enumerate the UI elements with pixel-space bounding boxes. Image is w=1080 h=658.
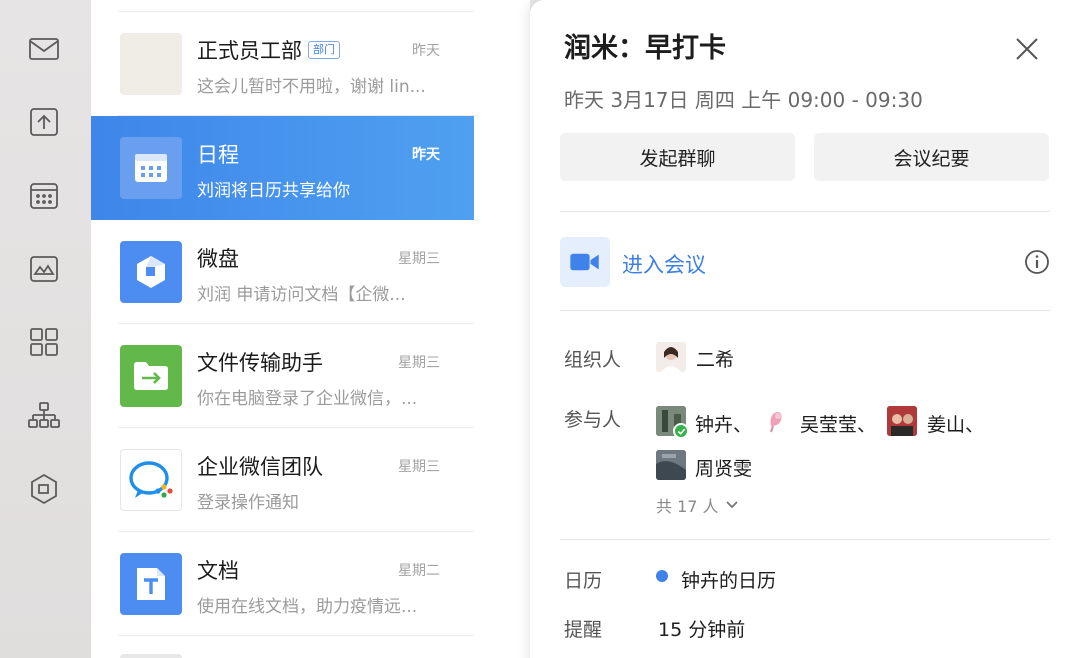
weipan-avatar: [120, 241, 182, 303]
chevron-down-icon: [725, 501, 738, 509]
folder-icon: [134, 362, 168, 390]
chat-name: 文件传输助手: [197, 351, 323, 375]
participant-count-toggle[interactable]: 共 17 人: [656, 493, 739, 517]
mail-icon[interactable]: [26, 31, 62, 67]
chat-time: 星期三: [398, 251, 440, 267]
chat-preview: 刘润将日历共享给你: [197, 181, 350, 201]
participant-avatar[interactable]: [887, 406, 917, 436]
file-transfer-avatar: [120, 345, 182, 407]
participant-name: 姜山: [927, 414, 966, 436]
organizer-avatar[interactable]: [656, 342, 686, 372]
meeting-minutes-button[interactable]: 会议纪要: [814, 133, 1049, 181]
organizer-label: 组织人: [564, 349, 622, 371]
event-time: 昨天 3月17日 周四 上午 09:00 - 09:30: [564, 88, 923, 112]
participant-avatar[interactable]: [761, 406, 791, 436]
chat-name: 日程: [197, 143, 239, 167]
calendar-value[interactable]: 钟卉的日历: [681, 566, 776, 593]
start-group-chat-button[interactable]: 发起群聊: [560, 133, 795, 181]
calendar-icon: [135, 154, 167, 182]
chat-item-wecom-team[interactable]: 企业微信团队 星期三 登录操作通知: [91, 428, 474, 532]
chat-name: 正式员工部: [197, 39, 302, 63]
participant-name: 周贤雯: [695, 458, 753, 480]
chat-time: 星期三: [398, 355, 440, 371]
participant-avatar[interactable]: [656, 450, 686, 480]
participant-name: 吴莹莹: [800, 414, 858, 436]
chat-item-file-transfer[interactable]: 文件传输助手 星期三 你在电脑登录了企业微信，...: [91, 324, 474, 428]
cube-icon[interactable]: [26, 471, 62, 507]
docs-avatar: [120, 553, 182, 615]
department-tag: 部门: [308, 41, 340, 59]
accepted-check-icon: [673, 423, 689, 439]
chat-name: 微盘: [197, 247, 239, 271]
reminder-value[interactable]: 15 分钟前: [658, 615, 745, 642]
calendar-icon[interactable]: [26, 177, 62, 213]
video-meeting-icon[interactable]: [560, 237, 610, 287]
apps-grid-icon[interactable]: [26, 324, 62, 360]
org-chart-icon[interactable]: [26, 398, 62, 434]
enter-meeting-link[interactable]: 进入会议: [622, 249, 706, 279]
pane-gap: [474, 0, 530, 658]
calendar-label: 日历: [564, 570, 603, 592]
info-icon[interactable]: [1023, 248, 1051, 276]
schedule-avatar: [120, 137, 182, 199]
close-icon: [1016, 38, 1038, 60]
close-button[interactable]: [1014, 36, 1040, 62]
icon-rail: [0, 0, 91, 658]
cloud-drive-icon: [137, 256, 165, 288]
participant-name: 钟卉: [695, 414, 734, 436]
calendar-color-dot: [656, 570, 668, 582]
participant-count: 共 17 人: [656, 497, 719, 516]
participants-label: 参与人: [564, 409, 622, 431]
meeting-icon[interactable]: [26, 251, 62, 287]
chat-item-weipan[interactable]: 微盘 星期三 刘润 申请访问文档【企微...: [91, 220, 474, 324]
chat-preview: 刘润 申请访问文档【企微...: [197, 285, 406, 305]
chat-list: 正式员工部 部门 昨天 这会儿暂时不用啦，谢谢 lin... 日程 昨天 刘润将…: [91, 0, 474, 658]
event-detail-panel: 润米：早打卡 昨天 3月17日 周四 上午 09:00 - 09:30 发起群聊…: [530, 0, 1080, 658]
chat-preview: 这会儿暂时不用啦，谢谢 lin...: [197, 77, 426, 97]
reminder-label: 提醒: [564, 619, 603, 641]
chat-preview: 使用在线文档，助力疫情远...: [197, 597, 418, 617]
chat-time: 昨天: [412, 147, 440, 163]
chat-name: 企业微信团队: [197, 455, 323, 479]
event-title: 润米：早打卡: [564, 33, 726, 64]
workbench-icon[interactable]: [26, 104, 62, 140]
chat-item-schedule[interactable]: 日程 昨天 刘润将日历共享给你: [91, 116, 474, 220]
chat-item-official-staff[interactable]: 正式员工部 部门 昨天 这会儿暂时不用啦，谢谢 lin...: [91, 12, 474, 116]
wecom-logo-icon: [129, 461, 173, 498]
organizer-name: 二希: [696, 349, 735, 371]
chat-time: 星期三: [398, 459, 440, 475]
chat-time: 昨天: [412, 43, 440, 59]
chat-time: 星期二: [398, 563, 440, 579]
chat-item-docs[interactable]: 文档 星期二 使用在线文档，助力疫情远...: [91, 532, 474, 636]
group-avatar: [120, 33, 182, 95]
chat-name: 文档: [197, 559, 239, 583]
chat-preview: 你在电脑登录了企业微信，...: [197, 389, 418, 409]
chat-preview: 登录操作通知: [197, 493, 299, 513]
wecom-avatar: [120, 449, 182, 511]
document-icon: [137, 568, 165, 600]
